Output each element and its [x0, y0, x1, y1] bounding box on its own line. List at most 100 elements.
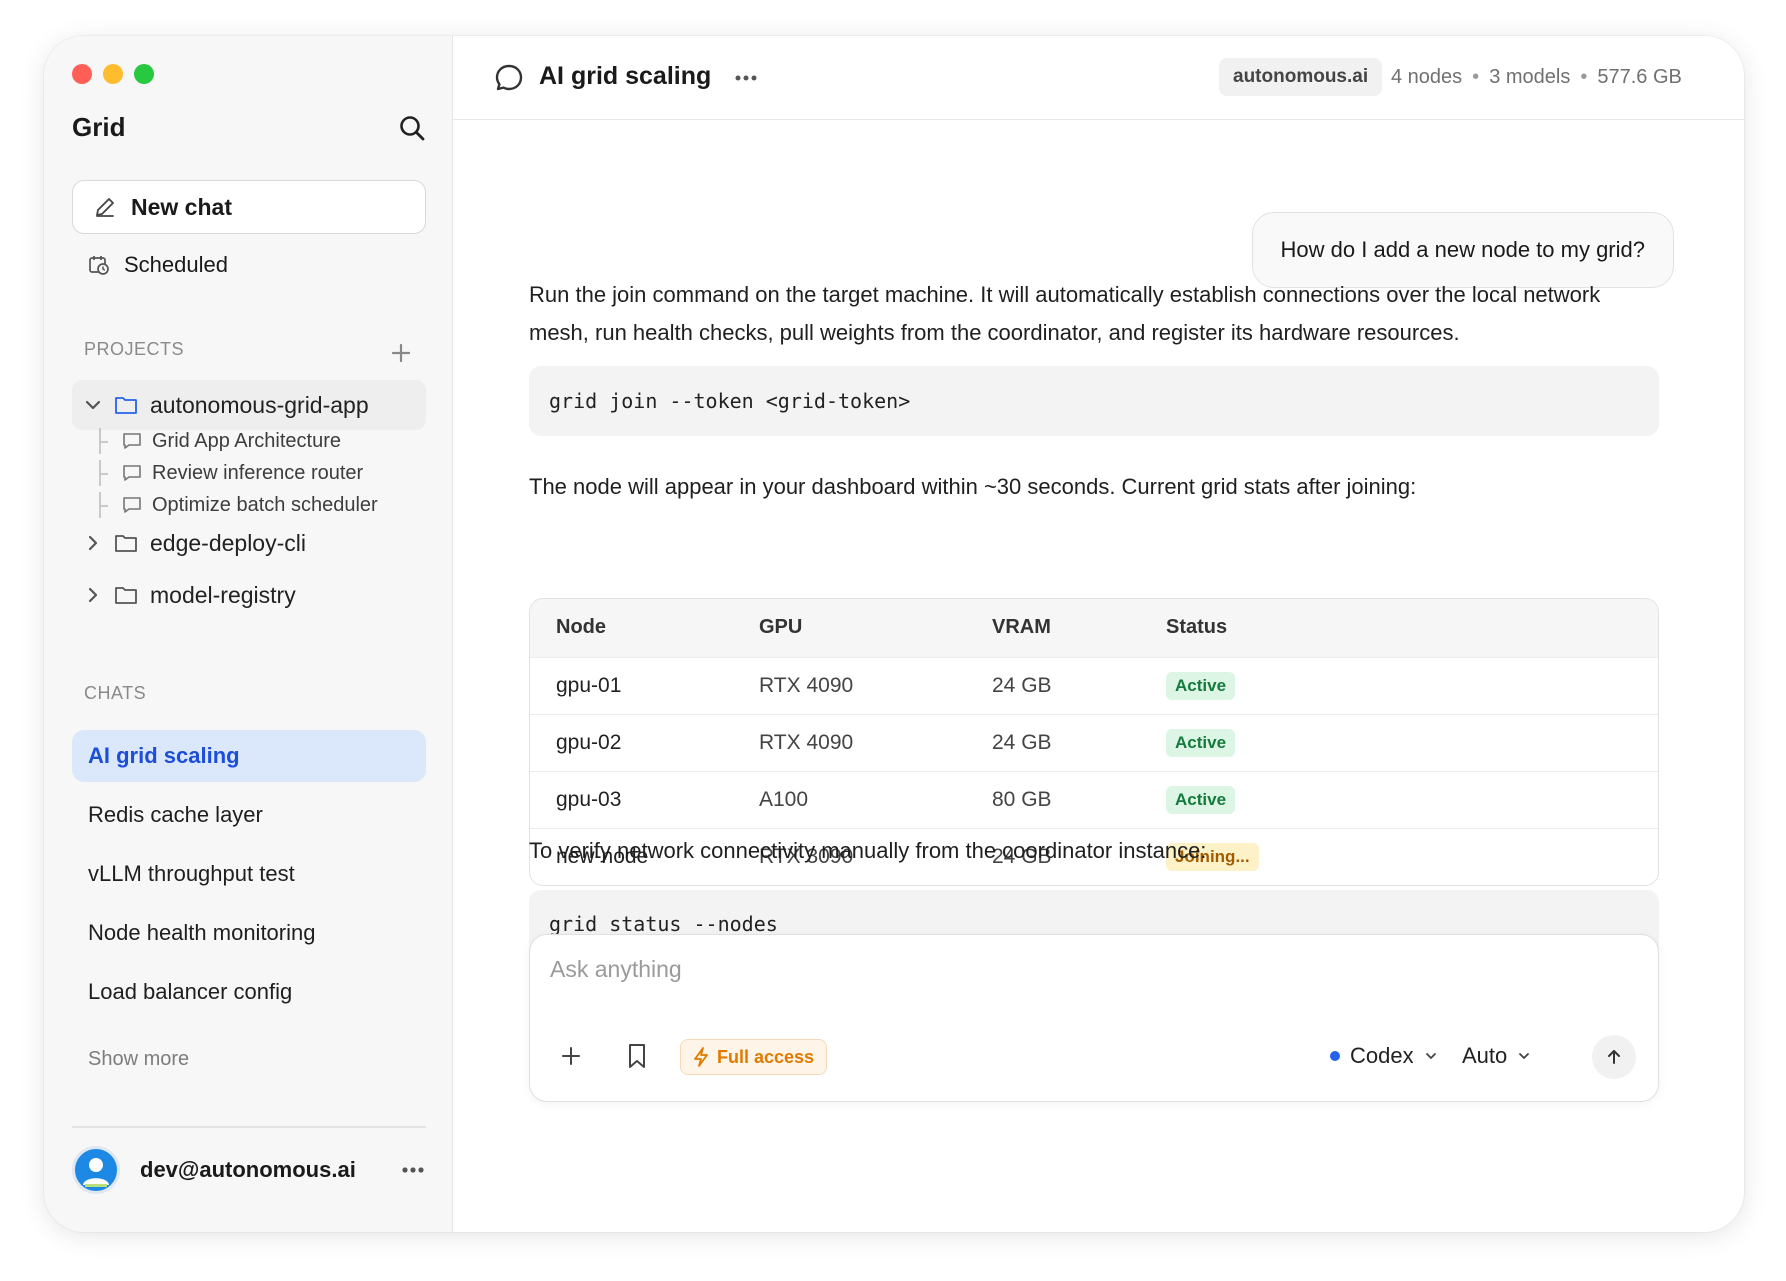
pencil-icon	[96, 198, 114, 217]
column-header: Node	[530, 599, 733, 657]
more-options-icon[interactable]	[733, 70, 759, 86]
node-cell: gpu-03	[530, 770, 733, 828]
plus-icon[interactable]	[560, 1045, 582, 1067]
message-composer: Full access Codex Auto	[529, 934, 1659, 1102]
send-button[interactable]	[1592, 1035, 1636, 1079]
node-count: 4 nodes	[1391, 66, 1463, 88]
table-row: gpu-01 RTX 4090 24 GB Active	[530, 656, 1658, 714]
project-chat-label: Optimize batch scheduler	[152, 493, 378, 516]
project-chat-item[interactable]: Review inference router	[96, 458, 363, 488]
vram-cell: 80 GB	[966, 770, 1140, 828]
chat-item-ai-grid-scaling[interactable]: AI grid scaling	[72, 730, 426, 782]
minimize-window-button[interactable]	[103, 64, 123, 84]
chevron-down-icon	[1519, 1053, 1530, 1059]
chat-title: AI grid scaling	[539, 62, 712, 90]
show-more-link[interactable]: Show more	[88, 1048, 189, 1071]
projects-section-label: PROJECTS	[84, 339, 185, 359]
maximize-window-button[interactable]	[134, 64, 154, 84]
status-cell: Active	[1140, 713, 1658, 771]
new-chat-label: New chat	[131, 193, 232, 220]
project-autonomous-grid-app[interactable]: autonomous-grid-app	[72, 380, 426, 430]
status-cell: Active	[1140, 770, 1658, 828]
status-badge: Active	[1166, 671, 1236, 700]
separator-dot: •	[1580, 66, 1588, 88]
assistant-paragraph: To verify network connectivity manually …	[529, 838, 1207, 863]
chats-section-label: CHATS	[84, 683, 147, 703]
mode-label: Auto	[1462, 1043, 1508, 1068]
add-project-icon[interactable]	[390, 342, 412, 364]
code-block: grid join --token <grid-token>	[529, 366, 1659, 436]
message-input[interactable]	[550, 951, 1550, 987]
chevron-down-icon	[1425, 1053, 1436, 1059]
project-chat-label: Review inference router	[152, 461, 364, 484]
chevron-down-icon[interactable]	[84, 396, 102, 414]
folder-icon	[115, 397, 137, 414]
user-icon	[83, 1158, 109, 1187]
model-status-dot	[1330, 1051, 1340, 1061]
chat-item-node-health-monitoring[interactable]: Node health monitoring	[72, 907, 426, 959]
column-header: GPU	[733, 599, 966, 657]
lightning-icon	[694, 1047, 708, 1067]
project-name: model-registry	[150, 581, 296, 608]
project-model-registry[interactable]: model-registry	[72, 570, 426, 620]
avatar[interactable]	[72, 1146, 120, 1194]
close-window-button[interactable]	[72, 64, 92, 84]
project-name: edge-deploy-cli	[150, 529, 306, 556]
full-access-label: Full access	[717, 1046, 815, 1067]
assistant-paragraph: Run the join command on the target machi…	[529, 282, 1601, 345]
node-cell: gpu-01	[530, 656, 733, 714]
grid-stats: 4 nodes • 3 models • 577.6 GB	[1391, 66, 1682, 89]
bookmark-icon[interactable]	[626, 1043, 648, 1069]
chat-item-load-balancer-config[interactable]: Load balancer config	[72, 966, 426, 1018]
message-icon	[123, 433, 141, 449]
main-panel: AI grid scaling autonomous.ai 4 nodes • …	[453, 36, 1744, 1232]
storage-size: 577.6 GB	[1597, 66, 1682, 88]
status-badge: Active	[1166, 785, 1236, 814]
status-cell: Active	[1140, 656, 1658, 714]
folder-icon	[115, 535, 137, 552]
full-access-button[interactable]: Full access	[680, 1039, 828, 1075]
model-label: Codex	[1350, 1043, 1414, 1068]
gpu-cell: A100	[733, 770, 966, 828]
vram-cell: 24 GB	[966, 656, 1140, 714]
chat-header: AI grid scaling autonomous.ai 4 nodes • …	[453, 36, 1744, 120]
more-options-icon[interactable]	[400, 1160, 426, 1180]
gpu-cell: RTX 4090	[733, 713, 966, 771]
chat-item-vllm-throughput-test[interactable]: vLLM throughput test	[72, 848, 426, 900]
chevron-right-icon[interactable]	[84, 534, 102, 552]
message-icon	[123, 497, 141, 513]
new-chat-button[interactable]: New chat	[72, 180, 426, 234]
project-chat-label: Grid App Architecture	[152, 429, 341, 452]
node-cell: gpu-02	[530, 713, 733, 771]
project-chat-item[interactable]: Grid App Architecture	[96, 426, 341, 456]
arrow-up-icon	[1608, 1050, 1620, 1064]
project-name: autonomous-grid-app	[150, 391, 369, 418]
model-selector[interactable]: Codex	[1330, 1043, 1438, 1069]
scheduled-label: Scheduled	[124, 252, 228, 277]
separator-dot: •	[1472, 66, 1480, 88]
column-header: VRAM	[966, 599, 1140, 657]
chat-item-redis-cache-layer[interactable]: Redis cache layer	[72, 789, 426, 841]
scheduled-item[interactable]: Scheduled	[88, 252, 228, 278]
status-badge: Active	[1166, 728, 1236, 757]
gpu-cell: RTX 4090	[733, 656, 966, 714]
message-icon	[123, 465, 141, 481]
column-header: Status	[1140, 599, 1658, 657]
model-count: 3 models	[1489, 66, 1571, 88]
table-row: gpu-03 A100 80 GB Active	[530, 770, 1658, 828]
mode-selector[interactable]: Auto	[1462, 1043, 1531, 1069]
chat-bubble-icon	[495, 64, 523, 91]
app-window: Grid New chat Scheduled PROJECTS autonom…	[44, 36, 1744, 1232]
sidebar: Grid New chat Scheduled PROJECTS autonom…	[44, 36, 453, 1232]
folder-icon	[115, 587, 137, 604]
search-icon[interactable]	[398, 114, 426, 142]
chevron-right-icon[interactable]	[84, 586, 102, 604]
table-row: gpu-02 RTX 4090 24 GB Active	[530, 713, 1658, 771]
project-chat-item[interactable]: Optimize batch scheduler	[96, 490, 378, 520]
sidebar-divider	[72, 1126, 426, 1128]
calendar-clock-icon	[89, 256, 109, 275]
vram-cell: 24 GB	[966, 713, 1140, 771]
window-controls	[72, 64, 154, 84]
project-edge-deploy-cli[interactable]: edge-deploy-cli	[72, 518, 426, 568]
domain-badge: autonomous.ai	[1219, 58, 1383, 96]
